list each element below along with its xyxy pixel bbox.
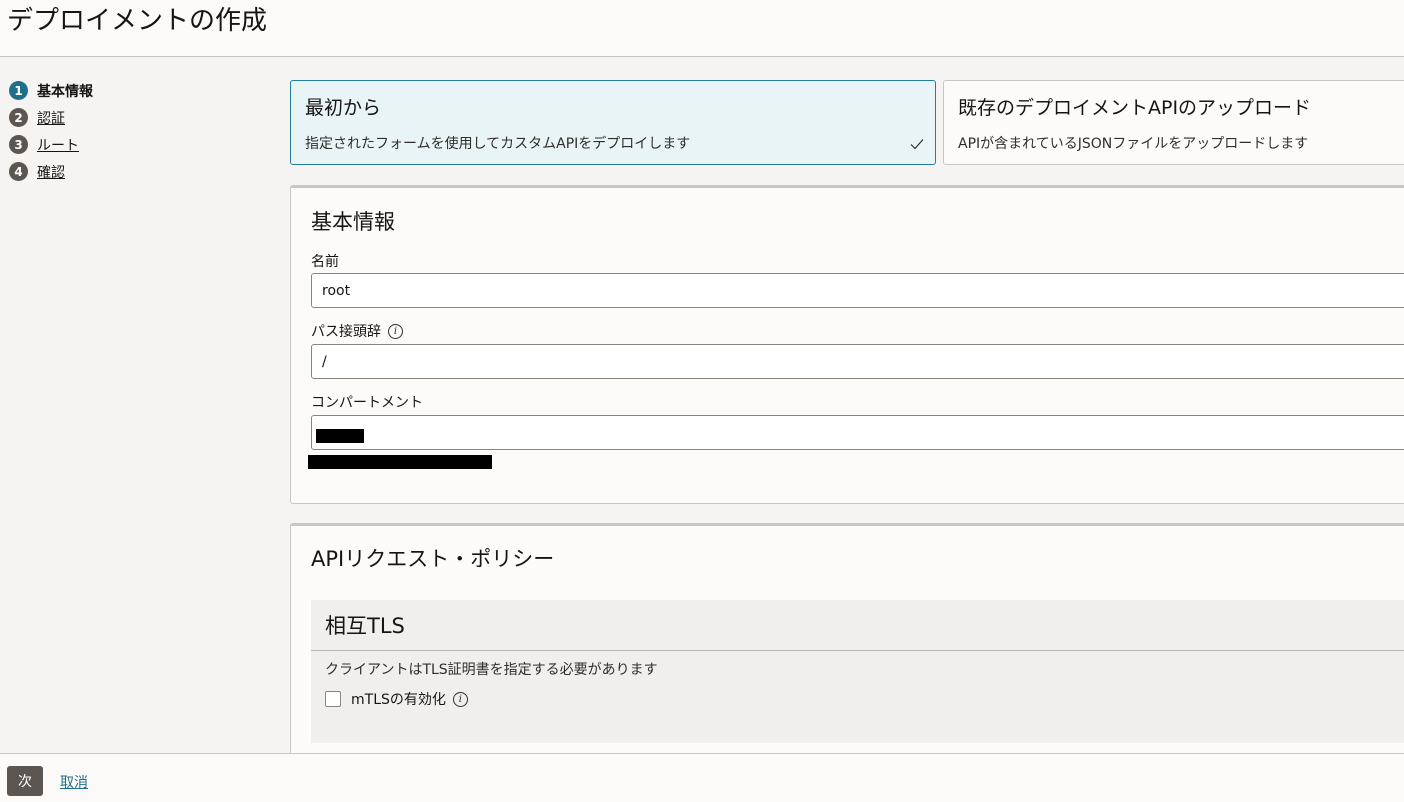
- name-input[interactable]: [311, 273, 1404, 308]
- step-number: 4: [9, 162, 28, 181]
- compartment-select[interactable]: [311, 415, 1404, 450]
- enable-mtls-row: mTLSの有効化 i: [325, 689, 468, 709]
- step-number: 2: [9, 108, 28, 127]
- step-navigation: 1 基本情報 2 認証 3 ルート 4 確認: [9, 77, 93, 185]
- name-label: 名前: [311, 251, 339, 271]
- section-title: 基本情報: [311, 210, 395, 234]
- enable-mtls-label[interactable]: mTLSの有効化: [351, 689, 446, 709]
- step-basic-info[interactable]: 1 基本情報: [9, 77, 93, 104]
- page-header: デプロイメントの作成: [0, 0, 1404, 57]
- step-label[interactable]: ルート: [37, 135, 79, 155]
- step-number: 3: [9, 135, 28, 154]
- path-prefix-input[interactable]: [311, 344, 1404, 379]
- checkmark-icon: [910, 139, 924, 150]
- step-label[interactable]: 確認: [37, 162, 65, 182]
- step-authentication[interactable]: 2 認証: [9, 104, 93, 131]
- footer-bar: 次 取消: [0, 753, 1404, 802]
- compartment-label: コンパートメント: [311, 392, 423, 412]
- option-title: 最初から: [305, 97, 382, 119]
- option-from-scratch[interactable]: 最初から 指定されたフォームを使用してカスタムAPIをデプロイします: [290, 80, 936, 165]
- info-icon[interactable]: i: [388, 323, 403, 339]
- option-title: 既存のデプロイメントAPIのアップロード: [958, 97, 1312, 119]
- step-label: 基本情報: [37, 83, 93, 100]
- info-icon[interactable]: i: [452, 691, 468, 707]
- enable-mtls-checkbox[interactable]: [325, 691, 341, 707]
- cancel-link[interactable]: 取消: [60, 772, 88, 792]
- mtls-description: クライアントはTLS証明書を指定する必要があります: [325, 662, 658, 678]
- name-label-text: 名前: [311, 254, 339, 270]
- path-prefix-label: パス接頭辞 i: [311, 321, 403, 341]
- step-routes[interactable]: 3 ルート: [9, 131, 93, 158]
- basic-info-panel: 基本情報 名前 パス接頭辞 i コンパートメント: [290, 185, 1404, 504]
- option-description: 指定されたフォームを使用してカスタムAPIをデプロイします: [305, 136, 691, 152]
- api-request-policy-panel: APIリクエスト・ポリシー 相互TLS クライアントはTLS証明書を指定する必要…: [290, 523, 1404, 763]
- redacted-value: [316, 429, 364, 443]
- path-prefix-label-text: パス接頭辞: [311, 324, 381, 340]
- divider: [311, 650, 1404, 651]
- compartment-label-text: コンパートメント: [311, 395, 423, 411]
- mutual-tls-section: 相互TLS クライアントはTLS証明書を指定する必要があります mTLSの有効化…: [311, 600, 1404, 743]
- page-title: デプロイメントの作成: [7, 6, 268, 36]
- section-title: APIリクエスト・ポリシー: [311, 547, 555, 571]
- step-number: 1: [9, 81, 28, 100]
- option-upload-existing-api[interactable]: 既存のデプロイメントAPIのアップロード APIが含まれているJSONファイルを…: [943, 80, 1404, 165]
- mtls-title: 相互TLS: [325, 614, 405, 638]
- option-description: APIが含まれているJSONファイルをアップロードします: [958, 136, 1309, 152]
- step-label[interactable]: 認証: [37, 108, 65, 128]
- redacted-compartment-path: [308, 455, 492, 469]
- step-review[interactable]: 4 確認: [9, 158, 93, 185]
- next-button[interactable]: 次: [7, 766, 43, 796]
